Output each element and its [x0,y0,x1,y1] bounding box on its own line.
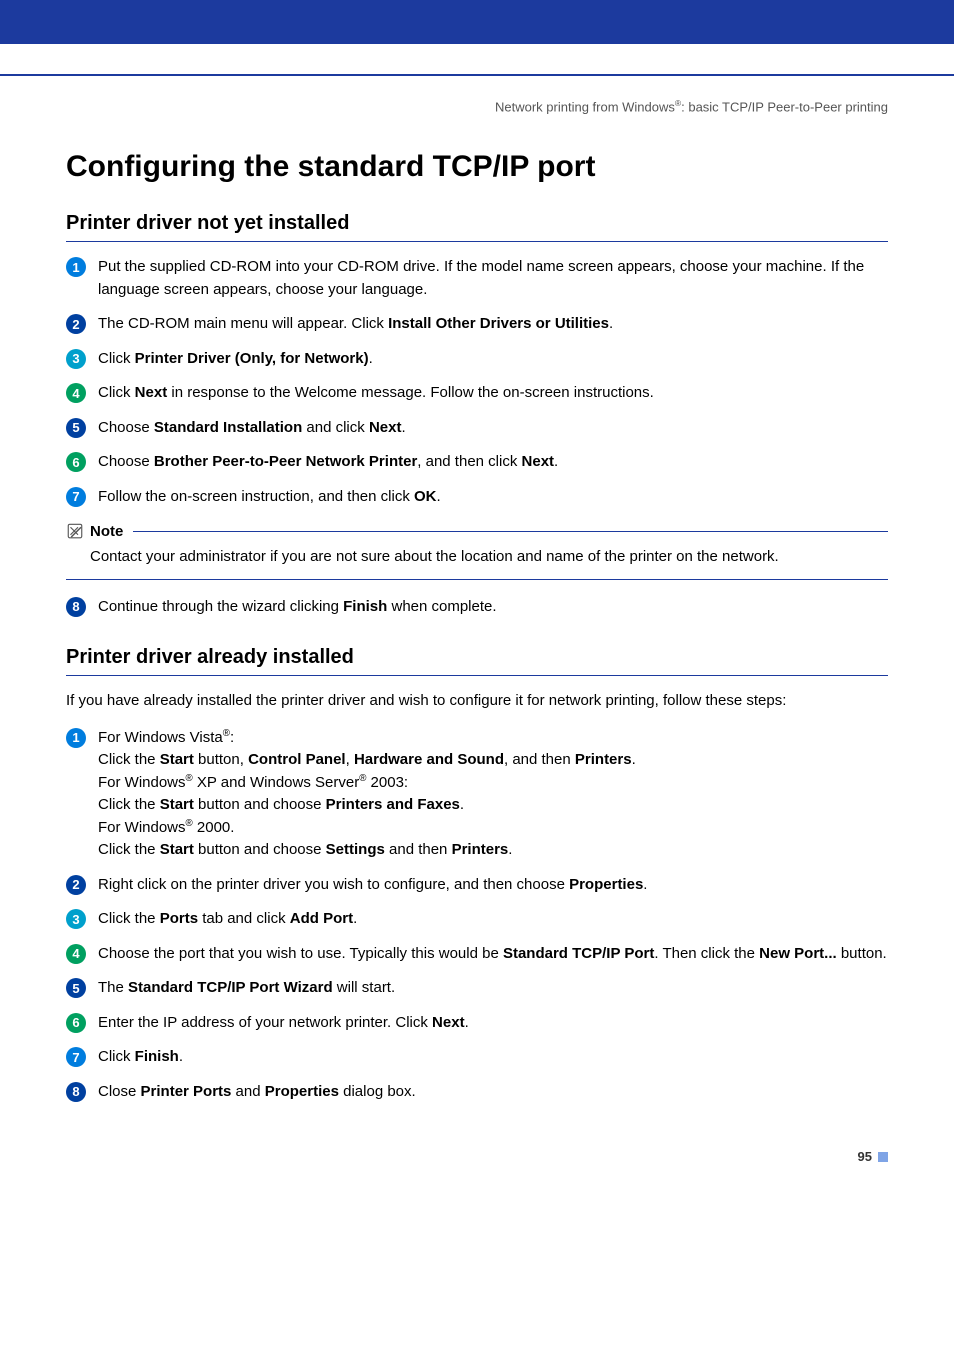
step-text: The Standard TCP/IP Port Wizard will sta… [98,977,888,1000]
step-text: For Windows Vista®:Click the Start butto… [98,727,888,862]
step: 5 The Standard TCP/IP Port Wizard will st… [66,977,888,1000]
step-text: The CD-ROM main menu will appear. Click … [98,313,888,336]
step: 8 Close Printer Ports and Properties dial… [66,1081,888,1104]
step: 2 The CD-ROM main menu will appear. Click… [66,313,888,336]
section-a-steps-after-note: 8 Continue through the wizard clicking Fi… [66,596,888,619]
step: 6 Enter the IP address of your network pr… [66,1012,888,1035]
step-text: Follow the on-screen instruction, and th… [98,486,888,509]
step: 4 Choose the port that you wish to use. T… [66,943,888,966]
step-number-badge: 1 [66,257,86,277]
step: 1 Put the supplied CD-ROM into your CD-RO… [66,256,888,301]
page-body: 8 Network printing from Windows®: basic … [0,98,954,1164]
step: 7 Follow the on-screen instruction, and t… [66,486,888,509]
step-text: Choose the port that you wish to use. Ty… [98,943,888,966]
step-number-badge: 3 [66,349,86,369]
note-label-text: Note [90,523,123,540]
section-b-steps: 1 For Windows Vista®:Click the Start butt… [66,727,888,1104]
step-text: Click Finish. [98,1046,888,1069]
section-a-steps: 1 Put the supplied CD-ROM into your CD-RO… [66,256,888,508]
step-text: Choose Standard Installation and click N… [98,417,888,440]
step-text: Continue through the wizard clicking Fin… [98,596,888,619]
step-text: Choose Brother Peer-to-Peer Network Prin… [98,451,888,474]
note-icon [66,522,84,540]
step-number-badge: 7 [66,1047,86,1067]
note-label: Note [66,522,123,540]
step-number-badge: 4 [66,383,86,403]
step-number-badge: 3 [66,909,86,929]
step-text: Enter the IP address of your network pri… [98,1012,888,1035]
step: 3 Click Printer Driver (Only, for Network… [66,348,888,371]
step-number-badge: 8 [66,1082,86,1102]
step-number-badge: 6 [66,452,86,472]
step: 3 Click the Ports tab and click Add Port. [66,908,888,931]
note-body: Contact your administrator if you are no… [66,540,888,580]
step: 8 Continue through the wizard clicking Fi… [66,596,888,619]
divider-line [0,74,954,76]
top-bar [0,0,954,44]
page-number: 95 [66,1149,888,1164]
section-b-title: Printer driver already installed [66,646,888,676]
step-text: Right click on the printer driver you wi… [98,874,888,897]
step-number-badge: 1 [66,728,86,748]
step-text: Click Printer Driver (Only, for Network)… [98,348,888,371]
step-text: Close Printer Ports and Properties dialo… [98,1081,888,1104]
step-text: Put the supplied CD-ROM into your CD-ROM… [98,256,888,301]
step: 7 Click Finish. [66,1046,888,1069]
step-number-badge: 5 [66,418,86,438]
step-number-badge: 2 [66,875,86,895]
step: 1 For Windows Vista®:Click the Start butt… [66,727,888,862]
step-number-badge: 6 [66,1013,86,1033]
note-box: Note Contact your administrator if you a… [66,522,888,580]
page-number-text: 95 [858,1149,872,1164]
step-text: Click Next in response to the Welcome me… [98,382,888,405]
step-number-badge: 2 [66,314,86,334]
breadcrumb-post: : basic TCP/IP Peer-to-Peer printing [681,99,888,114]
step-number-badge: 7 [66,487,86,507]
breadcrumb-pre: Network printing from Windows [495,99,675,114]
section-a-title: Printer driver not yet installed [66,212,888,242]
step-text: Click the Ports tab and click Add Port. [98,908,888,931]
step-number-badge: 5 [66,978,86,998]
note-rule [133,531,888,532]
breadcrumb: Network printing from Windows®: basic TC… [66,98,888,114]
step-number-badge: 8 [66,597,86,617]
step-number-badge: 4 [66,944,86,964]
page-title: Configuring the standard TCP/IP port [66,150,888,184]
step: 2 Right click on the printer driver you w… [66,874,888,897]
step: 5 Choose Standard Installation and click … [66,417,888,440]
spacer [0,44,954,74]
page-number-tick-icon [878,1152,888,1162]
section-b-intro: If you have already installed the printe… [66,690,888,713]
step: 4 Click Next in response to the Welcome m… [66,382,888,405]
step: 6 Choose Brother Peer-to-Peer Network Pri… [66,451,888,474]
